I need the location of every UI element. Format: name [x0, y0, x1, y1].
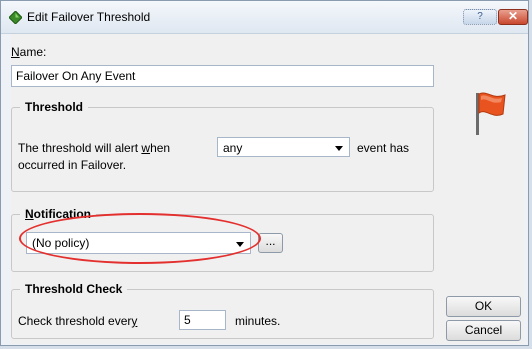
threshold-event-select[interactable]: any [217, 137, 350, 157]
title-bar[interactable]: Edit Failover Threshold ? ✕ [1, 1, 528, 34]
green-gem-icon [9, 11, 22, 24]
window-title: Edit Failover Threshold [27, 10, 151, 24]
chevron-down-icon [335, 146, 343, 151]
threshold-text: The threshold will alert when [18, 141, 171, 155]
threshold-check-group-title: Threshold Check [20, 282, 128, 296]
help-icon: ? [477, 11, 483, 22]
name-field[interactable]: Failover On Any Event [11, 65, 434, 87]
notification-group: Notification (No policy) ... [11, 207, 434, 272]
edit-failover-threshold-dialog: Edit Failover Threshold ? ✕ Name: Failov… [0, 0, 529, 346]
notification-policy-select[interactable]: (No policy) [26, 232, 251, 254]
flag-icon [476, 92, 506, 135]
threshold-text-after: event has [357, 141, 410, 155]
threshold-check-label: Check threshold every [18, 314, 138, 328]
threshold-check-minutes-label: minutes. [235, 314, 281, 328]
cancel-button[interactable]: Cancel [446, 320, 521, 341]
close-icon: ✕ [507, 9, 519, 23]
ok-button[interactable]: OK [446, 296, 521, 317]
threshold-text-line2: occurred in Failover. [18, 158, 127, 172]
chevron-down-icon [236, 242, 244, 247]
help-button[interactable]: ? [463, 9, 497, 25]
name-label: Name: [11, 45, 47, 59]
dialog-body: Name: Failover On Any Event Threshold Th… [11, 34, 524, 344]
threshold-group-title: Threshold [20, 100, 89, 114]
threshold-check-minutes-input[interactable]: 5 [179, 310, 226, 330]
notification-group-title: Notification [20, 207, 96, 221]
threshold-group: Threshold The threshold will alert when … [11, 100, 434, 192]
threshold-check-group: Threshold Check Check threshold every 5 … [11, 282, 434, 339]
close-button[interactable]: ✕ [498, 9, 528, 25]
notification-browse-button[interactable]: ... [258, 233, 283, 253]
